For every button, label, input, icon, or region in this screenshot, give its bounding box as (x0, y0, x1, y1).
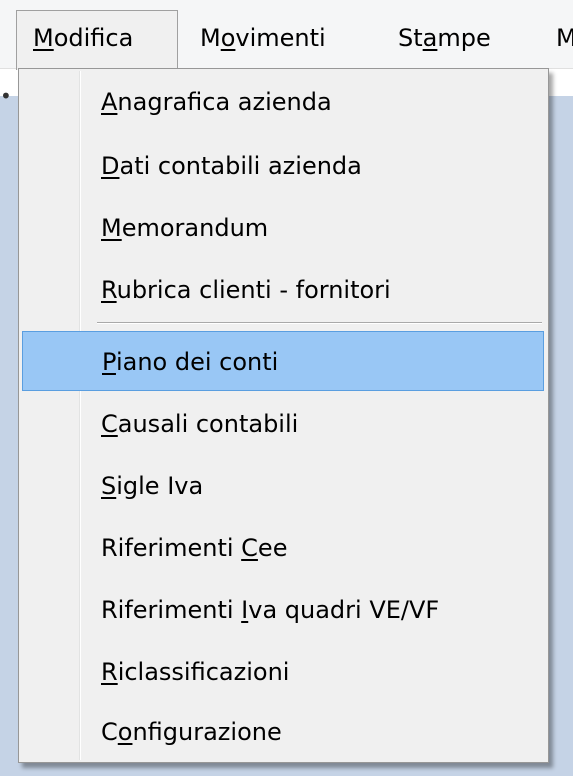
mnemonic-letter: P (102, 348, 116, 376)
menu-bar: Modifica Movimenti Stampe M (0, 0, 573, 70)
menu-item-riclassificazioni[interactable]: Riclassificazioni (21, 643, 546, 701)
menu-item-sigle-iva[interactable]: Sigle Iva (21, 457, 546, 515)
mnemonic-letter: R (101, 658, 118, 686)
menubar-item-movimenti[interactable]: Movimenti (200, 22, 326, 54)
menu-item-label: Causali contabili (101, 410, 299, 438)
menu-item-label: Memorandum (101, 214, 269, 242)
mnemonic-letter: A (101, 88, 118, 116)
mnemonic-letter: o (220, 24, 236, 52)
menu-item-label: Anagrafica azienda (101, 88, 332, 116)
menu-item-configurazione[interactable]: Configurazione (21, 703, 546, 761)
mnemonic-letter: C (241, 534, 258, 562)
mnemonic-letter: a (422, 24, 438, 52)
menu-item-dati-contabili-azienda[interactable]: Dati contabili azienda (21, 137, 546, 195)
menu-item-label: Configurazione (101, 718, 282, 746)
menu-item-label: Rubrica clienti - fornitori (101, 276, 391, 304)
menubar-item-stampe[interactable]: Stampe (398, 22, 491, 54)
partial-toolbar-glyph: • (0, 84, 12, 108)
mnemonic-letter: M (101, 214, 122, 242)
menu-item-riferimenti-cee[interactable]: Riferimenti Cee (21, 519, 546, 577)
mnemonic-letter: I (241, 596, 249, 624)
menu-item-label: Dati contabili azienda (101, 152, 362, 180)
menu-item-label: Sigle Iva (101, 472, 204, 500)
mnemonic-letter: C (101, 410, 118, 438)
mnemonic-letter: R (101, 276, 117, 304)
menu-item-riferimenti-iva-quadri[interactable]: Riferimenti Iva quadri VE/VF (21, 581, 546, 639)
menu-item-rubrica-clienti-fornitori[interactable]: Rubrica clienti - fornitori (21, 261, 546, 319)
mnemonic-letter: o (117, 718, 133, 746)
menu-item-label: Riferimenti Cee (101, 534, 288, 562)
menu-item-label: Riferimenti Iva quadri VE/VF (101, 596, 440, 624)
menu-item-anagrafica-azienda[interactable]: Anagrafica azienda (21, 73, 546, 131)
menu-item-memorandum[interactable]: Memorandum (21, 199, 546, 257)
menubar-item-modifica[interactable]: Modifica (33, 22, 133, 54)
menubar-item-partial[interactable]: M (556, 22, 573, 54)
menu-item-causali-contabili[interactable]: Causali contabili (21, 395, 546, 453)
menu-item-label: Riclassificazioni (101, 658, 290, 686)
mnemonic-letter: S (101, 472, 117, 500)
mnemonic-letter: D (101, 152, 120, 180)
menu-item-piano-dei-conti[interactable]: Piano dei conti (22, 331, 544, 391)
mnemonic-letter: M (33, 24, 54, 52)
menu-separator (97, 322, 542, 324)
modifica-dropdown-menu: Anagrafica azienda Dati contabili aziend… (18, 68, 549, 763)
menu-item-label: Piano dei conti (102, 348, 279, 376)
